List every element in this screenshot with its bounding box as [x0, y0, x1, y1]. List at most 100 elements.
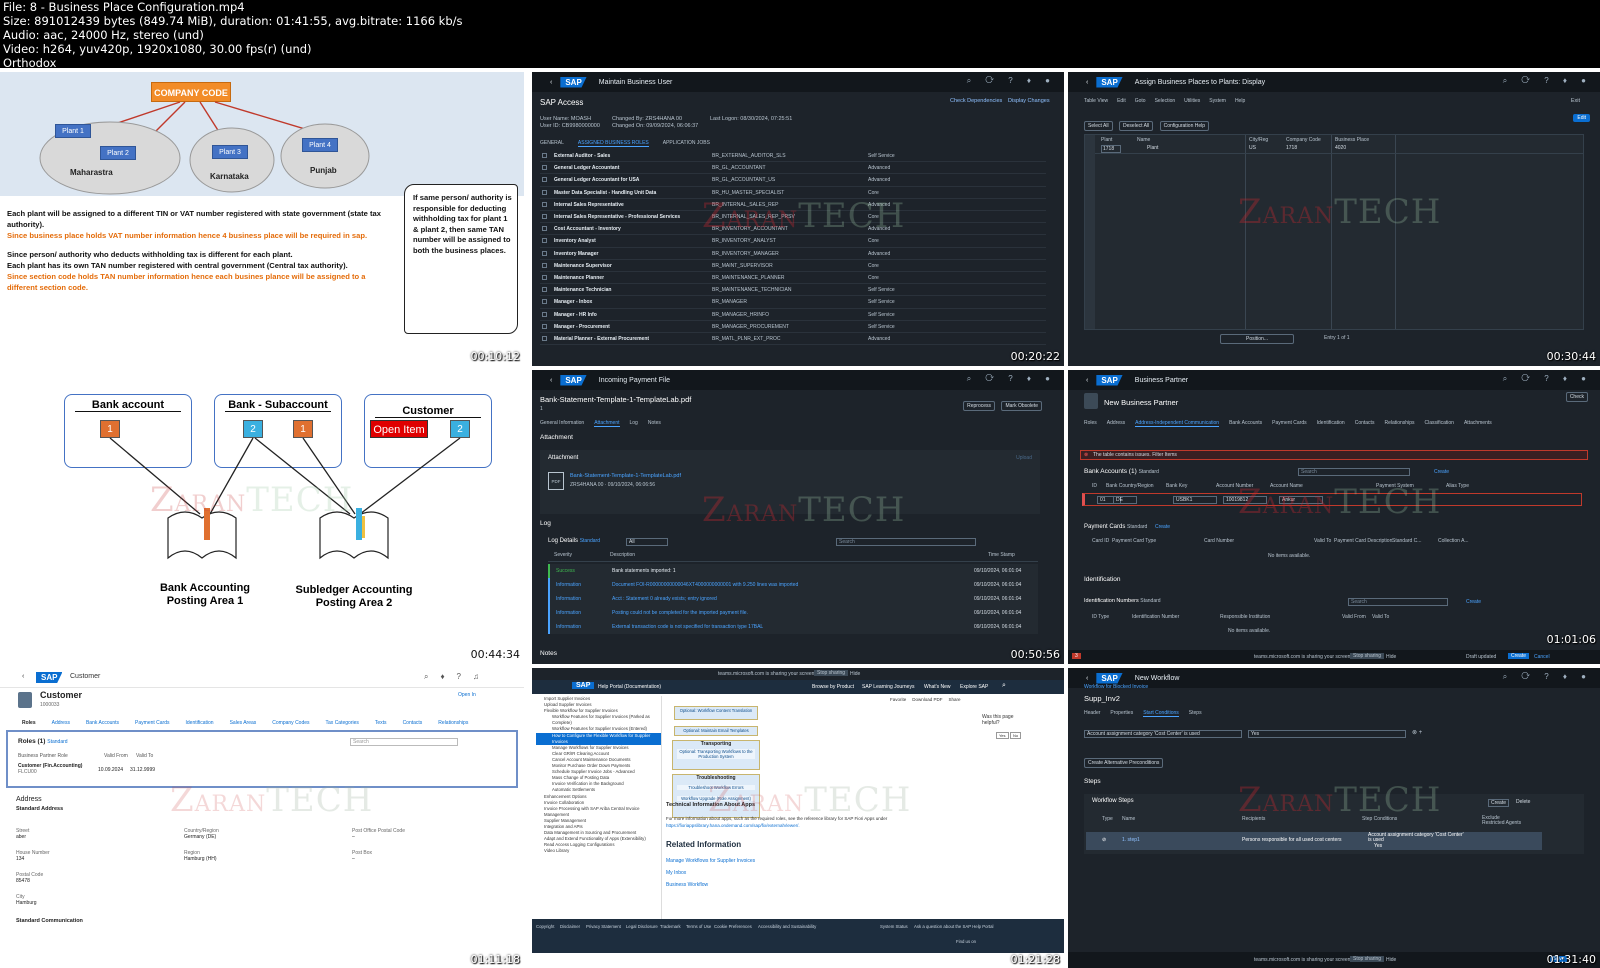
- variant-standard[interactable]: Standard: [1139, 469, 1159, 475]
- table-row[interactable]: Maintenance Supervisor BR_MAINT_SUPERVISO…: [540, 260, 1046, 272]
- table-row[interactable]: Manager - Procurement BR_MANAGER_PROCUREM…: [540, 321, 1046, 333]
- row-checkbox[interactable]: [542, 250, 547, 256]
- tab-header[interactable]: Header: [1084, 710, 1100, 717]
- ident-search[interactable]: Search: [1348, 598, 1448, 606]
- footer-link[interactable]: Cookie Preferences: [714, 924, 752, 929]
- share-button[interactable]: Share: [949, 697, 961, 702]
- row-checkbox[interactable]: [542, 299, 547, 305]
- log-row[interactable]: Information Document FOI-R00000000000046X…: [548, 578, 1038, 592]
- roles-search[interactable]: Search: [350, 738, 458, 746]
- table-row[interactable]: Manager - HR Info BR_MANAGER_HRINFO Self S…: [540, 309, 1046, 321]
- row-checkbox[interactable]: [542, 214, 547, 219]
- step-name[interactable]: 1. step1: [1122, 837, 1140, 843]
- roles-variant[interactable]: Standard: [47, 739, 67, 745]
- related-link-1[interactable]: Manage Workflows for Supplier Invoices: [666, 858, 755, 864]
- back-icon[interactable]: ‹: [1086, 79, 1088, 86]
- thumb-incoming-payment-file[interactable]: ‹ SAP Incoming Payment File ⌕ ⟳ ? ♦ ● Ba…: [532, 370, 1064, 664]
- footer-link[interactable]: Trademark: [660, 924, 681, 929]
- stop-sharing-button[interactable]: Stop sharing: [814, 670, 849, 676]
- menu-selection[interactable]: Selection: [1155, 98, 1176, 104]
- tab-attachment[interactable]: Attachment: [594, 420, 620, 427]
- table-row[interactable]: Master Data Specialist - Handling Unit D…: [540, 187, 1046, 199]
- log-row[interactable]: Information Posting could not be complete…: [548, 606, 1038, 620]
- roles-row[interactable]: Customer (Fin.Accounting) FLCU00 10.09.2…: [18, 763, 158, 779]
- tab-address[interactable]: Address: [1107, 420, 1125, 427]
- tree-item[interactable]: Invoice Processing with SAP Ariba Centra…: [536, 806, 661, 818]
- hide-button[interactable]: Hide: [1386, 654, 1396, 660]
- table-row[interactable]: Internal Sales Representative - Professi…: [540, 211, 1046, 224]
- related-link-3[interactable]: Business Workflow: [666, 882, 708, 888]
- tab-contacts[interactable]: Contacts: [1355, 420, 1375, 427]
- helpful-no[interactable]: No: [1010, 732, 1022, 739]
- table-row[interactable]: Cost Accountant - Inventory BR_INVENTORY_…: [540, 223, 1046, 236]
- row-checkbox[interactable]: [542, 201, 547, 207]
- nav-explore[interactable]: Explore SAP: [960, 684, 988, 690]
- thumb-business-place-slide[interactable]: COMPANY CODE Plant 1 Plant 2 Plant 3 Pla…: [0, 72, 524, 366]
- tab-properties[interactable]: Properties: [1110, 710, 1133, 717]
- row-checkbox[interactable]: [542, 262, 547, 268]
- back-icon[interactable]: ‹: [1086, 675, 1088, 682]
- table-row[interactable]: Internal Sales Representative BR_INTERNAL…: [540, 199, 1046, 211]
- ident-create[interactable]: Create: [1466, 599, 1481, 605]
- table-row[interactable]: Material Planner - External Procurement B…: [540, 333, 1046, 346]
- bank-cell[interactable]: DE: [1113, 496, 1137, 504]
- row-checkbox[interactable]: [542, 226, 547, 232]
- row-checkbox[interactable]: [542, 311, 547, 317]
- position-button[interactable]: Position...: [1220, 334, 1294, 344]
- nav-browse[interactable]: Browse by Product: [812, 684, 854, 690]
- tree-item[interactable]: Video Library: [536, 848, 661, 854]
- pdf-link[interactable]: Bank-Statement-Template-1-TemplateLab.pd…: [570, 473, 681, 479]
- tab-identification[interactable]: Identification: [1317, 420, 1345, 427]
- tab-notes[interactable]: Notes: [648, 420, 661, 427]
- nav-whats-new[interactable]: What's New: [924, 684, 951, 690]
- menu-goto[interactable]: Goto: [1135, 98, 1146, 104]
- cards-variant[interactable]: Standard: [1127, 524, 1147, 530]
- related-link-2[interactable]: My Inbox: [666, 870, 686, 876]
- row-checkbox[interactable]: [542, 189, 547, 195]
- tab-payment-cards[interactable]: Payment Cards: [1272, 420, 1306, 427]
- steps-delete-button[interactable]: Delete: [1516, 799, 1530, 805]
- table-row[interactable]: Inventory Analyst BR_INVENTORY_ANALYST Cor…: [540, 235, 1046, 248]
- footer-link[interactable]: System Status: [880, 924, 908, 929]
- shell-icons[interactable]: ⌕♦?♫: [424, 672, 491, 682]
- create-alternative-preconditions-button[interactable]: Create Alternative Preconditions: [1084, 758, 1164, 768]
- row-checkbox[interactable]: [542, 287, 547, 293]
- check-button[interactable]: Check: [1565, 392, 1588, 402]
- tab-log[interactable]: Log: [630, 420, 638, 427]
- tab-roles[interactable]: Roles: [1084, 420, 1097, 427]
- select-all-button[interactable]: Select All: [1084, 121, 1113, 131]
- thumb-assign-business-places[interactable]: ‹ SAP Assign Business Places to Plants: …: [1068, 72, 1600, 366]
- tab-start-conditions[interactable]: Start Conditions: [1143, 710, 1179, 717]
- table-row[interactable]: External Auditor - Sales BR_EXTERNAL_AUDI…: [540, 150, 1046, 163]
- menu-table-view[interactable]: Table View: [1084, 98, 1108, 104]
- log-search[interactable]: Search: [836, 538, 976, 546]
- shell-icons[interactable]: ⌕ ⟳ ? ♦ ●: [1503, 76, 1592, 86]
- table-row[interactable]: General Ledger Accountant BR_GL_ACCOUNTAN…: [540, 162, 1046, 175]
- tab-classification[interactable]: Classification: [1424, 420, 1453, 427]
- row-checkbox[interactable]: [542, 165, 547, 171]
- remove-condition-icon[interactable]: ⊗ +: [1412, 729, 1422, 736]
- row-checkbox[interactable]: [542, 323, 547, 329]
- shell-icons[interactable]: ⌕ ⟳ ? ♦ ●: [1503, 672, 1592, 682]
- tab-application-jobs[interactable]: APPLICATION JOBS: [663, 140, 710, 147]
- tab-relationships[interactable]: Relationships: [438, 720, 468, 726]
- tab-general[interactable]: GENERAL: [540, 140, 564, 147]
- open-in-button[interactable]: Open In: [458, 692, 476, 698]
- stop-sharing-button[interactable]: Stop sharing: [1350, 956, 1385, 962]
- bank-search[interactable]: Search: [1298, 468, 1410, 476]
- tab-contacts[interactable]: Contacts: [403, 720, 423, 726]
- table-row[interactable]: Manager - Inbox BR_MANAGER Self Service: [540, 296, 1046, 309]
- back-icon[interactable]: ‹: [550, 377, 552, 384]
- variant-standard[interactable]: Standard: [580, 538, 600, 544]
- row-checkbox[interactable]: [542, 153, 547, 158]
- deselect-all-button[interactable]: Deselect All: [1119, 121, 1154, 131]
- steps-create-button[interactable]: Create: [1488, 799, 1510, 807]
- tab-bank-accounts[interactable]: Bank Accounts: [86, 720, 119, 726]
- condition-select[interactable]: Account assignment category 'Cost Center…: [1084, 730, 1242, 738]
- ident-variant[interactable]: Standard: [1140, 598, 1160, 604]
- tab-steps[interactable]: Steps: [1189, 710, 1202, 717]
- mark-obsolete-button[interactable]: Mark Obsolete: [1001, 401, 1042, 411]
- thumb-maintain-business-user[interactable]: ‹ SAP Maintain Business User ⌕ ⟳ ? ♦ ● S…: [532, 72, 1064, 366]
- table-row[interactable]: Maintenance Technician BR_MAINTENANCE_TEC…: [540, 284, 1046, 297]
- helpful-yes[interactable]: Yes: [996, 732, 1009, 739]
